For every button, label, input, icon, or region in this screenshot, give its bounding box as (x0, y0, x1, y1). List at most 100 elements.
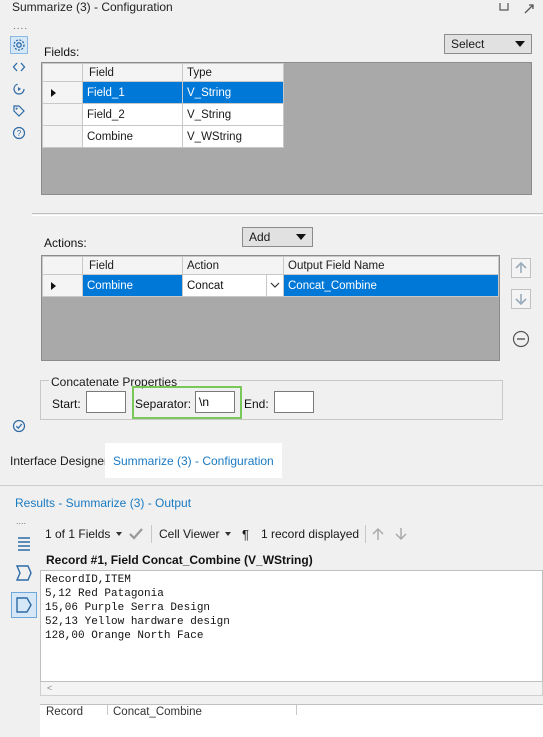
column-header-type[interactable]: Type (182, 63, 284, 82)
results-toolbar: 1 of 1 Fields Cell Viewer ¶ 1 record dis… (40, 523, 543, 545)
annotation-rail-button[interactable] (10, 58, 28, 76)
cell-type[interactable]: V_String (182, 103, 284, 126)
cell-viewer-dropdown[interactable]: Cell Viewer (159, 523, 232, 545)
apply-check-button[interactable] (128, 523, 144, 545)
cell-field[interactable]: Combine (82, 274, 183, 297)
column-header-action[interactable]: Action (182, 256, 284, 275)
tab-summarize-configuration[interactable]: Summarize (3) - Configuration (105, 443, 282, 478)
column-header-field[interactable]: Field (82, 256, 183, 275)
minus-circle-icon (512, 330, 530, 348)
actions-table-header: Field Action Output Field Name (42, 256, 499, 275)
cell-field[interactable]: Field_2 (82, 103, 183, 126)
select-dropdown[interactable]: Select (444, 34, 532, 54)
results-window: Results - Summarize (3) - Output .... 1 … (0, 485, 543, 737)
column-divider (296, 705, 297, 715)
check-circle-icon (12, 419, 26, 433)
checkmark-icon (129, 528, 143, 540)
fields-table-header: Field Type (42, 63, 284, 82)
actions-table: Field Action Output Field Name Combine C… (42, 256, 499, 297)
row-pointer-icon (51, 89, 56, 97)
cell-type[interactable]: V_String (182, 81, 284, 104)
cell-action-combo[interactable]: Concat (182, 274, 284, 297)
run-check-button[interactable] (10, 417, 28, 435)
fields-grid[interactable]: Field Type Field_1 V_String Field_2 V_St… (41, 62, 532, 195)
fields-label: Fields: (44, 45, 80, 59)
arrow-down-icon (395, 528, 407, 541)
tag-icon (13, 105, 25, 117)
results-title: Results - Summarize (3) - Output (15, 496, 192, 510)
records-displayed-label: 1 record displayed (261, 527, 360, 541)
tab-interface-designer[interactable]: Interface Designer (2, 443, 116, 478)
record-header: Record #1, Field Concat_Combine (V_WStri… (46, 553, 313, 567)
add-dropdown[interactable]: Add (242, 227, 313, 247)
end-input[interactable] (274, 391, 314, 413)
fields-selector-label: 1 of 1 Fields (45, 527, 111, 541)
chevron-down-icon (225, 532, 232, 536)
actions-label: Actions: (44, 236, 87, 250)
rotate-rail-button[interactable] (10, 80, 28, 98)
move-up-button[interactable] (511, 258, 531, 278)
column-header-field[interactable]: Field (82, 63, 183, 82)
add-dropdown-value: Add (249, 230, 271, 244)
start-input[interactable] (86, 391, 126, 413)
row-header[interactable] (42, 125, 83, 148)
cell-line: 52,13 Yellow hardware design (45, 616, 230, 628)
cell-field[interactable]: Field_1 (82, 81, 183, 104)
scroll-left-icon[interactable]: < (47, 683, 52, 693)
cell-line: RecordID,ITEM (45, 574, 131, 586)
chevron-down-icon (515, 41, 525, 47)
row-header[interactable] (42, 103, 83, 126)
horizontal-scrollbar[interactable]: < (40, 682, 543, 696)
show-whitespace-toggle[interactable]: ¶ (242, 523, 249, 545)
cell-type[interactable]: V_WString (182, 125, 284, 148)
tab-label: Interface Designer (10, 453, 109, 468)
arrow-up-icon (372, 527, 384, 540)
column-header-concat-combine[interactable]: Concat_Combine (113, 706, 202, 718)
row-header[interactable] (42, 81, 83, 104)
table-row[interactable]: Combine Concat Concat_Combine (42, 274, 499, 297)
arrow-up-icon (515, 261, 527, 273)
cell-viewer-text[interactable]: RecordID,ITEM 5,12 Red Patagonia 15,06 P… (40, 570, 543, 682)
toolbar-divider (151, 525, 152, 543)
configuration-window: Summarize (3) - Configuration .... ? Fie… (0, 0, 543, 443)
tab-label: Summarize (3) - Configuration (113, 453, 274, 468)
config-side-rail: .... ? (0, 17, 36, 443)
end-label: End: (244, 397, 269, 411)
next-record-button[interactable] (393, 523, 409, 545)
results-input-anchor-button[interactable] (11, 560, 37, 586)
input-anchor-icon (15, 565, 32, 581)
remove-action-button[interactable] (511, 329, 531, 349)
previous-record-button[interactable] (370, 523, 386, 545)
select-dropdown-value: Select (451, 37, 485, 51)
cell-field[interactable]: Combine (82, 125, 183, 148)
configuration-rail-button[interactable] (10, 36, 28, 54)
splitter[interactable] (32, 213, 543, 214)
column-header-record[interactable]: Record (46, 706, 83, 718)
chevron-down-icon (296, 234, 306, 240)
pilcrow-icon: ¶ (242, 526, 249, 542)
tag-rail-button[interactable] (10, 102, 28, 120)
results-rail-dots[interactable]: .... (16, 516, 26, 526)
help-rail-button[interactable]: ? (10, 124, 28, 142)
arrow-down-icon (515, 294, 527, 306)
column-header-output-field-name[interactable]: Output Field Name (283, 256, 499, 275)
table-row[interactable]: Field_2 V_String (42, 103, 284, 126)
start-label: Start: (52, 397, 81, 411)
actions-grid[interactable]: Field Action Output Field Name Combine C… (41, 255, 500, 361)
table-row[interactable]: Field_1 V_String (42, 81, 284, 104)
row-header[interactable] (42, 274, 83, 297)
cell-action: Concat (187, 279, 224, 292)
action-dropdown-button[interactable] (266, 275, 283, 296)
table-row[interactable]: Combine V_WString (42, 125, 284, 148)
chevron-down-icon (116, 532, 123, 536)
results-table-view-button[interactable] (11, 530, 37, 556)
svg-text:?: ? (17, 129, 22, 138)
results-output-anchor-button[interactable] (11, 592, 37, 618)
cell-line: 15,06 Purple Serra Design (45, 602, 211, 614)
fields-selector-dropdown[interactable]: 1 of 1 Fields (45, 523, 123, 545)
pin-icon[interactable] (497, 1, 511, 15)
expand-icon[interactable] (523, 1, 537, 15)
move-down-button[interactable] (511, 289, 531, 309)
rail-drag-handle[interactable]: .... (13, 21, 28, 32)
cell-output[interactable]: Concat_Combine (283, 274, 499, 297)
